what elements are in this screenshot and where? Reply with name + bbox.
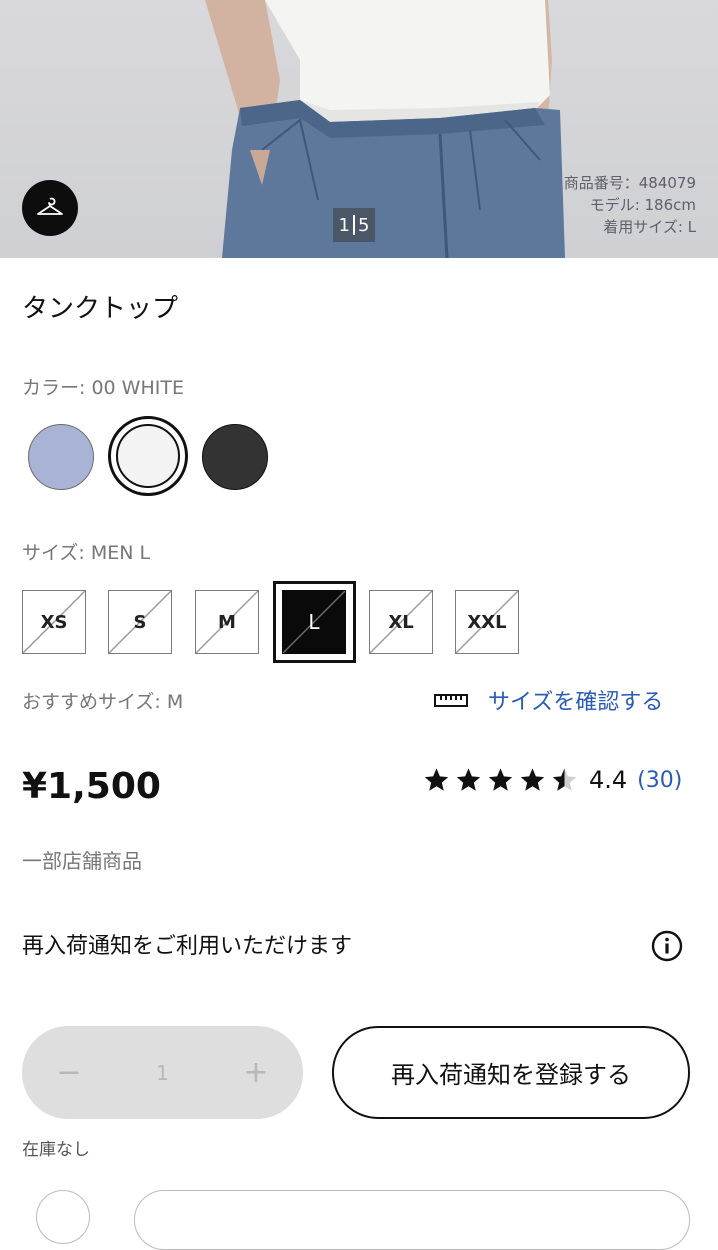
price: ¥1,500 [22,766,161,807]
product-number: 商品番号：484079 [563,174,696,192]
quantity-stepper[interactable]: − 1 + [22,1026,303,1119]
image-page-indicator: 1 5 [333,208,375,242]
color-swatch-white[interactable] [116,424,180,488]
size-option-xs[interactable]: XS [22,590,86,654]
size-option-label: XS [40,611,68,633]
model-info: 商品番号：484079 モデル: 186cm 着用サイズ: L [564,172,696,238]
rating: 4.4 (30) [422,766,682,794]
size-option-label: L [308,610,320,634]
plus-icon[interactable]: + [243,1055,269,1090]
star-icon [456,768,481,791]
review-count-link[interactable]: (30) [637,768,682,793]
size-option-xl[interactable]: XL [369,590,433,654]
color-swatch-black[interactable] [202,424,268,490]
stock-status: 在庫なし [22,1140,90,1160]
restock-notify-button[interactable]: 再入荷通知を登録する [332,1026,690,1119]
size-option-l[interactable]: L [282,590,346,654]
check-size-label: サイズを確認する [488,690,664,715]
star-icon [424,768,449,791]
try-on-hanger-button[interactable] [22,180,78,236]
bottom-action-button[interactable] [134,1190,690,1250]
color-swatch-blue[interactable] [28,424,94,490]
check-size-link[interactable]: サイズを確認する [434,684,663,716]
size-label: サイズ: MEN L [22,542,151,564]
page-total: 5 [358,214,370,236]
store-only-note: 一部店舗商品 [22,849,142,873]
product-image-carousel[interactable]: 1 5 商品番号：484079 モデル: 186cm 着用サイズ: L [0,0,718,258]
size-option-label: S [133,611,147,633]
product-title: タンクトップ [22,294,179,324]
restock-note: 再入荷通知をご利用いただけます [22,934,353,959]
size-option-s[interactable]: S [108,590,172,654]
size-option-label: XXL [467,611,507,633]
star-icon [520,768,545,791]
info-icon[interactable] [651,930,683,962]
favorite-button[interactable] [36,1190,90,1244]
hanger-icon [37,197,63,215]
color-label: カラー: 00 WHITE [22,377,184,399]
size-option-m[interactable]: M [195,590,259,654]
size-option-label: M [218,611,236,633]
page-current: 1 [338,214,350,236]
page-separator [353,215,355,235]
model-height: モデル: 186cm [589,196,696,214]
size-option-xxl[interactable]: XXL [455,590,519,654]
rating-stars [422,766,579,794]
star-icon [488,768,513,791]
quantity-value: 1 [156,1060,169,1085]
rating-value: 4.4 [589,766,628,794]
model-size: 着用サイズ: L [603,218,696,236]
recommended-size: おすすめサイズ: M [22,691,184,713]
half-star-icon [552,768,577,791]
minus-icon[interactable]: − [56,1055,82,1090]
size-option-label: XL [388,611,414,633]
ruler-icon [434,694,468,707]
